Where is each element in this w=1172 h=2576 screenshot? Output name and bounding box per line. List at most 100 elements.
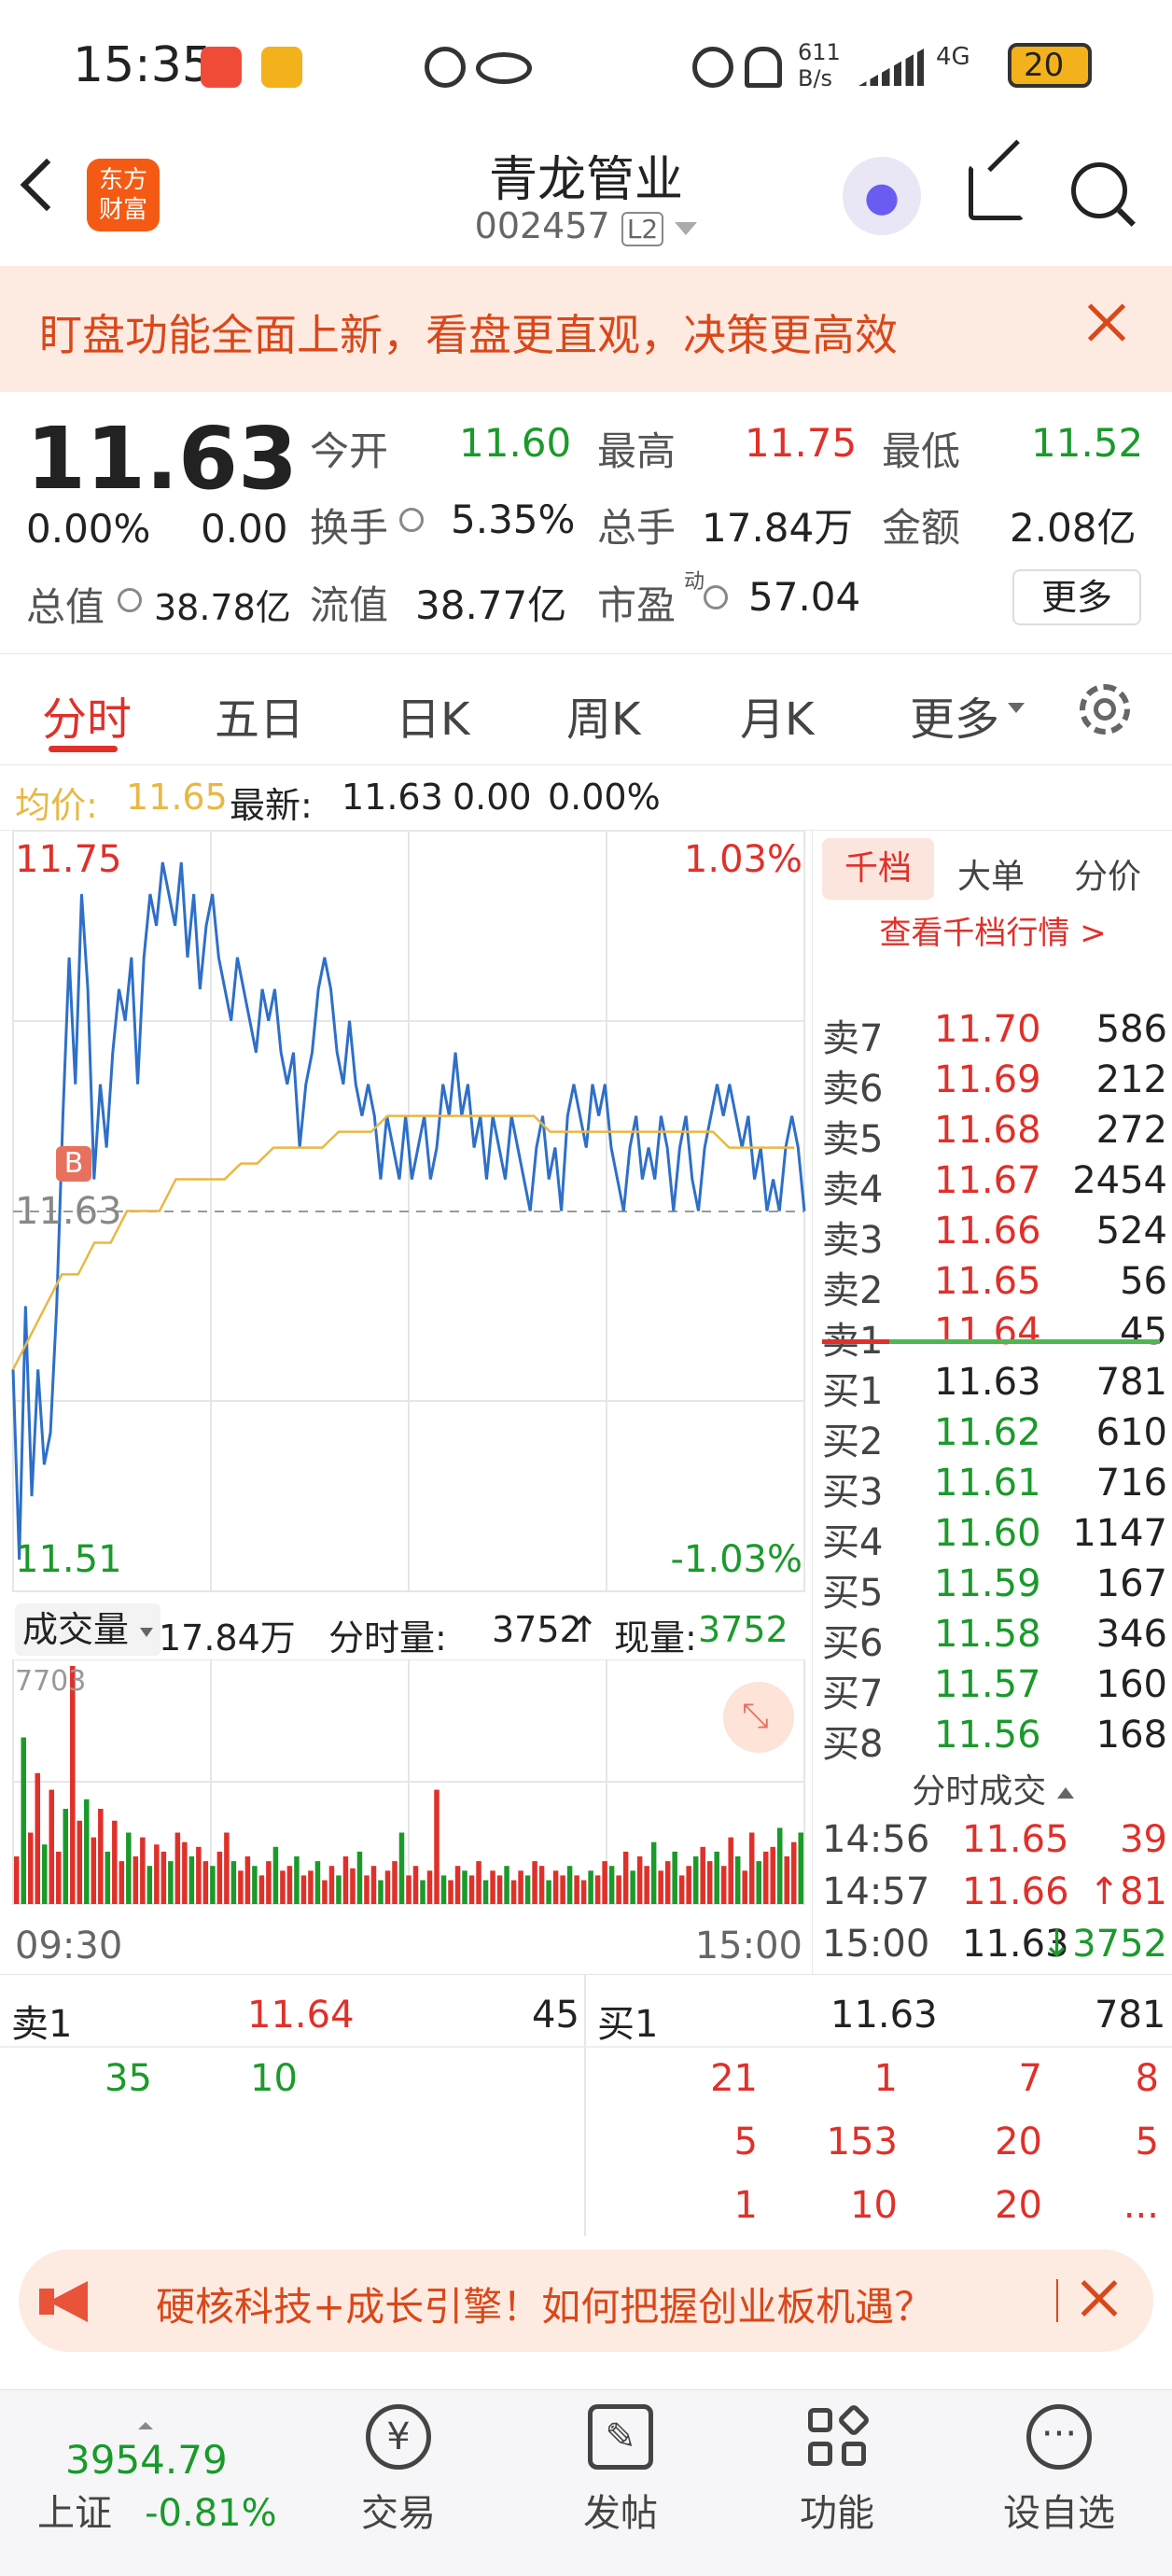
intraday-chart[interactable]: 11.75 1.03% 11.63 11.51 -1.03% B [0,830,812,1596]
bid-row[interactable]: 买2 11.62 610 [822,1411,1167,1463]
trade-icon: ¥ [366,2404,431,2470]
share-icon[interactable] [969,164,1025,220]
volume-bar [524,1875,531,1904]
bid-row[interactable]: 买7 11.57 160 [822,1663,1167,1715]
alarm-icon [692,47,733,88]
close-icon[interactable] [1076,2277,1119,2320]
ask-row[interactable]: 卖5 11.68 272 [822,1109,1167,1161]
tab-intraday[interactable]: 分时 [42,682,132,748]
ask-row[interactable]: 卖3 11.66 524 [822,1210,1167,1262]
bid-price: 11.61 [934,1462,1041,1505]
ask-price: 11.65 [934,1260,1041,1303]
bid-row[interactable]: 买4 11.60 1147 [822,1512,1167,1564]
bid-qty: 167 [1095,1562,1167,1605]
chart-bottom-price: 11.51 [15,1538,122,1581]
ask-row[interactable]: 卖4 11.67 2454 [822,1159,1167,1211]
volume-bar [392,1861,398,1904]
index-ticker[interactable]: 3954.79 上证 -0.81% [37,2422,299,2537]
buy-marker-icon[interactable]: B [56,1146,91,1182]
volume-bar [370,1866,377,1904]
volume-bar [210,1866,216,1904]
banner-text: 盯盘功能全面上新，看盘更直观，决策更高效 [39,310,898,360]
info-icon[interactable] [399,508,424,532]
edit-icon: ✎ [588,2404,653,2470]
bid-level: 买2 [822,1421,884,1463]
index-name: 上证 [37,2492,112,2535]
volume-bars-svg [12,1659,805,1905]
bid-qty: 610 [1095,1411,1167,1454]
tab-weekly-k[interactable]: 周K [566,682,640,748]
current-volume-value: 3752 [698,1609,788,1650]
volume-bar [742,1870,747,1904]
tab-daily-k[interactable]: 日K [396,682,469,748]
volume-max-label: 7703 [15,1665,87,1698]
ask-row[interactable]: 卖1 11.64 45 [822,1310,1167,1363]
volume-bar [784,1856,789,1904]
bid-level: 买1 [822,1370,884,1413]
volume-bar [342,1856,349,1904]
dock-add-watchlist[interactable]: ··· 设自选 [980,2404,1138,2537]
ask-price: 11.68 [934,1109,1041,1152]
volume-bar [202,1861,209,1904]
volume-bar [594,1875,601,1904]
book-tab-price-distribution[interactable]: 分价 [1074,849,1141,898]
tab-more[interactable]: 更多 [910,682,999,748]
latest-percent: 0.00% [548,777,661,818]
info-icon[interactable] [118,588,142,612]
volume-bar [188,1856,195,1904]
volume-bar [112,1820,118,1904]
ask-row[interactable]: 卖7 11.70 586 [822,1008,1167,1060]
tab-monthly-k[interactable]: 月K [740,682,814,748]
ask-row[interactable]: 卖6 11.69 212 [822,1058,1167,1111]
book-tab-thousand[interactable]: 千档 [822,838,934,900]
bid-row[interactable]: 买8 11.56 168 [822,1714,1167,1766]
more-button[interactable]: 更多 [1012,569,1141,625]
tab-active-indicator [49,746,118,752]
volume-bar [546,1880,551,1904]
bid-row[interactable]: 买5 11.59 167 [822,1562,1167,1615]
tick-price: 11.65 [962,1818,1069,1861]
ask-price: 11.67 [934,1159,1041,1202]
order-book-panel: 千档 大单 分价 查看千档行情 > 卖7 11.70 586 卖6 11.69 212 卖5… [812,831,1172,1974]
dock-trade[interactable]: ¥ 交易 [319,2404,478,2537]
open-label: 今开 [310,428,389,474]
bid-price: 11.60 [934,1512,1041,1555]
view-thousand-depth-link[interactable]: 查看千档行情 > [813,907,1172,953]
volume-dropdown[interactable]: 成交量 [15,1603,161,1656]
volume-bar [42,1844,48,1904]
dock-post[interactable]: ✎ 发帖 [541,2404,700,2537]
bid-level: 买6 [822,1622,884,1665]
promo-banner[interactable]: 硬核科技+成长引擎！如何把握创业板机遇？ [19,2249,1153,2352]
network-type: 4G [936,43,970,71]
net-speed-value: 611 [798,39,841,65]
feature-banner[interactable]: 盯盘功能全面上新，看盘更直观，决策更高效 [0,266,1172,392]
x-axis-end: 15:00 [694,1925,802,1967]
volume-bar [286,1866,293,1904]
buy1-qty: 781 [1095,1994,1166,2037]
book-tab-large-orders[interactable]: 大单 [957,849,1025,898]
volume-bar [230,1861,237,1904]
dock-functions-label: 功能 [800,2492,874,2535]
ask-row[interactable]: 卖2 11.65 56 [822,1260,1167,1312]
dock-functions[interactable]: 功能 [758,2402,916,2537]
volume-bar [406,1875,412,1904]
tick-row: 14:57 11.66 ↑81 [822,1870,1167,1921]
close-icon[interactable] [1082,301,1126,344]
bid-level: 买3 [822,1471,884,1514]
bid-row[interactable]: 买3 11.61 716 [822,1462,1167,1514]
robot-assistant-icon[interactable] [843,157,921,235]
volume-bar [798,1832,803,1904]
bid-row[interactable]: 买1 11.63 781 [822,1361,1167,1413]
volume-bar [510,1880,517,1904]
bid-row[interactable]: 买6 11.58 346 [822,1613,1167,1665]
average-price-bar: 均价: 11.65 最新: 11.63 0.00 0.00% [0,765,1172,831]
buy-order-qty: 8 [1135,2057,1159,2100]
volume-bar [174,1832,181,1904]
ticks-header[interactable]: 分时成交 [813,1764,1172,1813]
info-icon[interactable] [704,585,728,609]
tab-five-day[interactable]: 五日 [215,682,304,748]
amount-label: 金额 [882,505,961,551]
buy-order-qty: ... [1123,2184,1159,2227]
volume-bar [762,1851,769,1904]
volume-bar [336,1875,342,1904]
